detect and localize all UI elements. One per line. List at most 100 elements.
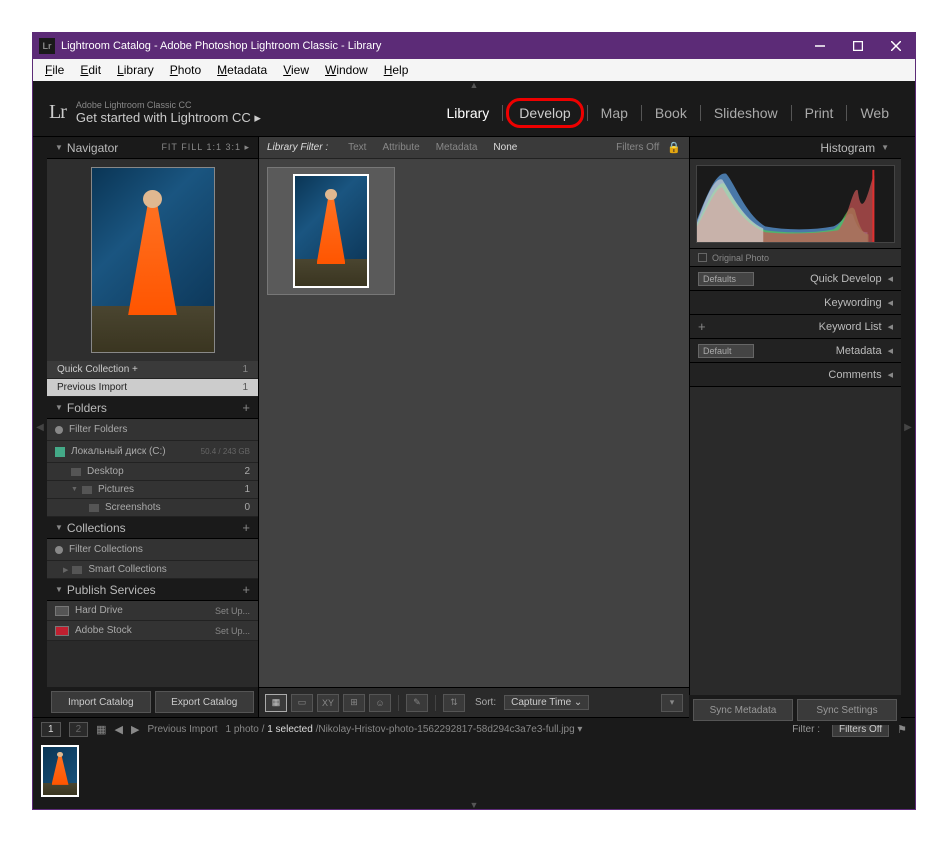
folder-screenshots[interactable]: Screenshots 0 xyxy=(47,499,258,517)
menu-metadata[interactable]: Metadata xyxy=(209,63,275,77)
filter-text[interactable]: Text xyxy=(340,142,374,153)
identity-subtitle: Adobe Lightroom Classic CC xyxy=(76,100,261,110)
checkbox-icon xyxy=(698,253,707,262)
add-publish-icon[interactable]: + xyxy=(242,582,250,597)
module-book[interactable]: Book xyxy=(645,101,697,125)
folders-header[interactable]: ▼ Folders + xyxy=(47,397,258,419)
disk-row[interactable]: Локальный диск (C:) 50.4 / 243 GB xyxy=(47,441,258,463)
module-print[interactable]: Print xyxy=(795,101,844,125)
monitor-1-button[interactable]: 1 xyxy=(41,722,61,737)
navigator-header[interactable]: ▼ Navigator FIT FILL 1:1 3:1 ▸ xyxy=(47,137,258,159)
chevron-left-icon: ◀ xyxy=(888,323,893,331)
chevron-left-icon: ◀ xyxy=(888,347,893,355)
toolbar-menu-button[interactable]: ▾ xyxy=(661,694,683,712)
keywording-panel[interactable]: Keywording ◀ xyxy=(690,291,901,315)
center-panel: Library Filter : Text Attribute Metadata… xyxy=(259,137,689,717)
titlebar[interactable]: Lr Lightroom Catalog - Adobe Photoshop L… xyxy=(33,33,915,59)
chevron-down-icon: ▼ xyxy=(55,143,63,152)
publish-hard-drive[interactable]: Hard Drive Set Up... xyxy=(47,601,258,621)
close-button[interactable] xyxy=(877,33,915,59)
forward-icon[interactable]: ▶ xyxy=(131,723,139,736)
app-window: Lr Lightroom Catalog - Adobe Photoshop L… xyxy=(32,32,916,810)
left-edge-toggle[interactable]: ◀ xyxy=(33,137,47,717)
right-edge-toggle[interactable]: ▶ xyxy=(901,137,915,717)
folder-desktop[interactable]: Desktop 2 xyxy=(47,463,258,481)
histogram-header[interactable]: Histogram ▼ xyxy=(690,137,901,159)
import-catalog-button[interactable]: Import Catalog xyxy=(51,691,151,713)
grid-cell[interactable] xyxy=(267,167,395,295)
people-view-button[interactable]: ☺ xyxy=(369,694,391,712)
app-icon: Lr xyxy=(39,38,55,54)
chevron-down-icon: ▼ xyxy=(55,403,63,412)
adobe-stock-icon xyxy=(55,626,69,636)
sync-metadata-button[interactable]: Sync Metadata xyxy=(693,699,793,721)
loupe-view-button[interactable]: ▭ xyxy=(291,694,313,712)
publish-adobe-stock[interactable]: Adobe Stock Set Up... xyxy=(47,621,258,641)
top-panel-toggle[interactable]: ▲ xyxy=(33,81,915,89)
survey-view-button[interactable]: ⊞ xyxy=(343,694,365,712)
lock-icon[interactable]: 🔒 xyxy=(667,141,681,154)
plus-icon[interactable]: + xyxy=(698,319,706,334)
filmstrip-thumb[interactable] xyxy=(41,745,79,797)
navigator-zoom-options[interactable]: FIT FILL 1:1 3:1 ▸ xyxy=(161,142,250,153)
module-library[interactable]: Library xyxy=(437,101,500,125)
folder-pictures[interactable]: ▼ Pictures 1 xyxy=(47,481,258,499)
menu-file[interactable]: File xyxy=(37,63,72,77)
collections-header[interactable]: ▼ Collections + xyxy=(47,517,258,539)
menu-window[interactable]: Window xyxy=(317,63,376,77)
identity-main[interactable]: Get started with Lightroom CC ▸ xyxy=(76,110,261,126)
grid-icon[interactable]: ▦ xyxy=(96,723,106,736)
original-photo-checkbox[interactable]: Original Photo xyxy=(690,249,901,267)
menu-view[interactable]: View xyxy=(275,63,317,77)
sync-settings-button[interactable]: Sync Settings xyxy=(797,699,897,721)
publish-header[interactable]: ▼ Publish Services + xyxy=(47,579,258,601)
add-folder-icon[interactable]: + xyxy=(242,400,250,415)
filters-off[interactable]: Filters Off xyxy=(608,142,667,153)
minimize-button[interactable] xyxy=(801,33,839,59)
grid-view[interactable] xyxy=(259,159,689,687)
filmstrip-source[interactable]: Previous Import xyxy=(147,724,217,735)
comments-panel[interactable]: Comments ◀ xyxy=(690,363,901,387)
chevron-down-icon: ▼ xyxy=(881,143,889,152)
menu-library[interactable]: Library xyxy=(109,63,162,77)
filter-none[interactable]: None xyxy=(485,142,525,153)
menu-help[interactable]: Help xyxy=(376,63,417,77)
navigator-preview[interactable] xyxy=(47,159,258,361)
sort-direction-button[interactable]: ⇅ xyxy=(443,694,465,712)
keyword-list-panel[interactable]: + Keyword List ◀ xyxy=(690,315,901,339)
metadata-panel[interactable]: Default Metadata ◀ xyxy=(690,339,901,363)
quick-develop-panel[interactable]: Defaults Quick Develop ◀ xyxy=(690,267,901,291)
smart-collections[interactable]: ▶ Smart Collections xyxy=(47,561,258,579)
module-develop[interactable]: Develop xyxy=(506,98,583,128)
add-collection-icon[interactable]: + xyxy=(242,520,250,535)
grid-view-button[interactable]: ▦ xyxy=(265,694,287,712)
catalog-quick-collection[interactable]: Quick Collection + 1 xyxy=(47,361,258,379)
back-icon[interactable]: ◀ xyxy=(115,723,123,736)
bottom-panel-toggle[interactable]: ▼ xyxy=(33,801,915,809)
catalog-previous-import[interactable]: Previous Import 1 xyxy=(47,379,258,397)
folder-icon xyxy=(89,504,99,512)
compare-view-button[interactable]: XY xyxy=(317,694,339,712)
module-slideshow[interactable]: Slideshow xyxy=(704,101,788,125)
filter-metadata[interactable]: Metadata xyxy=(428,142,486,153)
monitor-2-button[interactable]: 2 xyxy=(69,722,89,737)
export-catalog-button[interactable]: Export Catalog xyxy=(155,691,255,713)
menu-edit[interactable]: Edit xyxy=(72,63,109,77)
search-icon xyxy=(55,546,63,554)
library-filter-bar: Library Filter : Text Attribute Metadata… xyxy=(259,137,689,159)
maximize-button[interactable] xyxy=(839,33,877,59)
filter-attribute[interactable]: Attribute xyxy=(374,142,427,153)
identity-bar: Lr Adobe Lightroom Classic CC Get starte… xyxy=(33,89,915,137)
defaults-dropdown[interactable]: Defaults xyxy=(698,272,754,286)
histogram[interactable] xyxy=(690,159,901,249)
menu-photo[interactable]: Photo xyxy=(162,63,209,77)
metadata-dropdown[interactable]: Default xyxy=(698,344,754,358)
sort-select[interactable]: Capture Time ⌄ xyxy=(504,695,589,710)
painter-button[interactable]: ✎ xyxy=(406,694,428,712)
filter-folders-input[interactable]: Filter Folders xyxy=(47,419,258,441)
module-map[interactable]: Map xyxy=(591,101,638,125)
filter-collections-input[interactable]: Filter Collections xyxy=(47,539,258,561)
harddrive-icon xyxy=(55,606,69,616)
left-panel: ▼ Navigator FIT FILL 1:1 3:1 ▸ Quick Col… xyxy=(47,137,259,717)
module-web[interactable]: Web xyxy=(850,101,899,125)
